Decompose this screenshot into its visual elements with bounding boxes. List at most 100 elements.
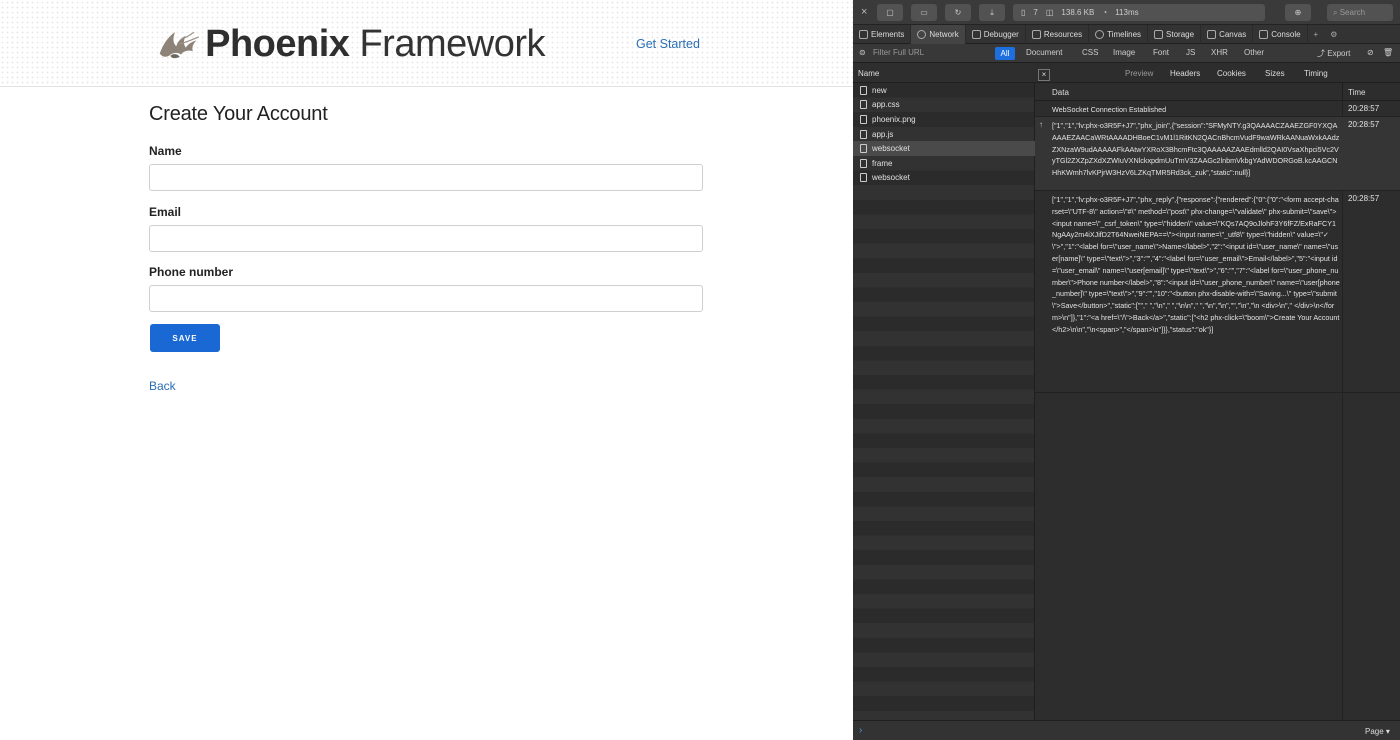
tab-resources[interactable]: Resources (1026, 24, 1090, 44)
size-icon: ◫ (1045, 8, 1054, 17)
filter-xhr[interactable]: XHR (1211, 48, 1228, 57)
tab-console[interactable]: Console (1253, 24, 1308, 44)
filter-js[interactable]: JS (1186, 48, 1195, 57)
close-inspector-icon[interactable]: × (861, 6, 867, 18)
reload-icon[interactable]: ↻ (945, 4, 971, 21)
clock-icon: ◔ (1102, 8, 1108, 17)
download-icon[interactable]: ⤓ (979, 4, 1005, 21)
time-column-header[interactable]: Time (1348, 88, 1365, 97)
transfer-size: 138.6 KB (1061, 8, 1095, 17)
tab-storage[interactable]: Storage (1148, 24, 1202, 44)
execution-context-selector[interactable]: Page ▾ (1365, 727, 1390, 736)
get-started-link[interactable]: Get Started (636, 37, 700, 51)
frame-row-outgoing[interactable]: ↑ ["1","1","lv:phx-o3R5F+J7","phx_join",… (1035, 117, 1400, 191)
resource-count-icon: ▯ (1021, 8, 1026, 17)
network-icon (917, 29, 927, 39)
clear-network-icon[interactable]: ⊘ (1367, 48, 1374, 57)
search-field[interactable]: ⌕ Search (1327, 4, 1393, 21)
resource-websocket-selected[interactable]: websocket (853, 141, 1035, 156)
resource-new[interactable]: new (853, 83, 1035, 98)
stylesheet-icon (860, 100, 867, 110)
name-header-label[interactable]: Name (858, 69, 879, 78)
filter-document[interactable]: Document (1026, 48, 1062, 57)
column-divider (1342, 83, 1343, 101)
tab-timing[interactable]: Timing (1304, 69, 1328, 78)
canvas-icon (1207, 29, 1217, 39)
dock-detach-icon[interactable]: ▢ (877, 4, 903, 21)
settings-gear-icon[interactable]: ⚙ (1324, 25, 1343, 44)
websocket-icon (860, 144, 867, 154)
filter-image[interactable]: Image (1113, 48, 1135, 57)
brand-name: Phoenix Framework (205, 22, 545, 65)
inspector-toolbar: × ▢ ▭ ↻ ⤓ ▯ 7 ◫ 138.6 KB ◔ 113ms ⊕ ⌕ Sea… (853, 0, 1400, 25)
target-icon[interactable]: ⊕ (1285, 4, 1311, 21)
script-icon (860, 129, 867, 139)
frame-time: 20:28:57 (1348, 194, 1380, 203)
tab-network[interactable]: Network (911, 24, 966, 44)
debugger-icon (971, 29, 981, 39)
detail-tabs: × Preview Headers Cookies Sizes Timing (1035, 63, 1400, 83)
frame-row-incoming[interactable]: ["1","1","lv:phx-o3R5F+J7","phx_reply",{… (1035, 191, 1400, 393)
trash-icon[interactable]: 🗑 (1383, 48, 1393, 57)
back-link[interactable]: Back (149, 379, 176, 393)
frame-data: ["1","1","lv:phx-o3R5F+J7","phx_reply",{… (1052, 195, 1340, 334)
frame-time: 20:28:57 (1348, 104, 1380, 113)
phoenix-bird-icon (159, 31, 199, 59)
phone-number-label: Phone number (149, 265, 234, 279)
close-detail-icon[interactable]: × (1038, 69, 1050, 81)
resources-icon (1031, 29, 1041, 39)
filter-other[interactable]: Other (1244, 48, 1264, 57)
frame-icon (860, 158, 867, 168)
resource-list: new app.css phoenix.png app.js websocket… (853, 83, 1035, 720)
save-button[interactable]: SAVE (150, 324, 220, 352)
filter-icon: ⊜ (859, 48, 866, 57)
export-button[interactable]: ⤴ Export (1317, 48, 1350, 59)
name-input[interactable] (149, 164, 703, 191)
tab-debugger[interactable]: Debugger (966, 24, 1026, 44)
console-prompt-bar: › Page ▾ (853, 720, 1400, 740)
page-title: Create Your Account (149, 103, 328, 125)
elements-icon (859, 29, 868, 39)
filter-css[interactable]: CSS (1082, 48, 1098, 57)
search-placeholder: Search (1339, 8, 1366, 17)
resource-count: 7 (1033, 8, 1038, 17)
network-summary: ▯ 7 ◫ 138.6 KB ◔ 113ms (1013, 4, 1265, 21)
name-label: Name (149, 144, 182, 158)
resource-app-css[interactable]: app.css (853, 98, 1035, 113)
app-page: Phoenix Framework Get Started Create You… (0, 0, 853, 740)
console-icon (1259, 29, 1269, 39)
web-inspector: × ▢ ▭ ↻ ⤓ ▯ 7 ◫ 138.6 KB ◔ 113ms ⊕ ⌕ Sea… (853, 0, 1400, 740)
data-column-header[interactable]: Data (1052, 88, 1069, 97)
phoenix-logo[interactable]: Phoenix Framework (155, 14, 545, 74)
console-prompt-icon[interactable]: › (859, 725, 862, 736)
resource-phoenix-png[interactable]: phoenix.png (853, 112, 1035, 127)
resource-app-js[interactable]: app.js (853, 127, 1035, 142)
tab-timelines[interactable]: Timelines (1089, 24, 1149, 44)
storage-icon (1154, 29, 1164, 39)
websocket-detail-pane: × Preview Headers Cookies Sizes Timing D… (1035, 63, 1400, 720)
network-filter-bar: ⊜ Filter Full URL All Document CSS Image… (853, 44, 1400, 63)
filter-all[interactable]: All (995, 47, 1015, 60)
dock-bottom-icon[interactable]: ▭ (911, 4, 937, 21)
tab-elements[interactable]: Elements (853, 24, 912, 44)
tab-sizes[interactable]: Sizes (1265, 69, 1285, 78)
resource-websocket[interactable]: websocket (853, 171, 1035, 186)
resource-frame[interactable]: frame (853, 156, 1035, 171)
document-icon (860, 85, 867, 95)
site-header: Phoenix Framework Get Started (0, 0, 853, 87)
timelines-icon (1095, 29, 1105, 39)
new-tab-icon[interactable]: + (1308, 25, 1325, 44)
tab-headers[interactable]: Headers (1170, 69, 1200, 78)
tab-canvas[interactable]: Canvas (1201, 24, 1254, 44)
phone-number-input[interactable] (149, 285, 703, 312)
filter-font[interactable]: Font (1153, 48, 1169, 57)
tab-cookies[interactable]: Cookies (1217, 69, 1246, 78)
frame-data: WebSocket Connection Established (1052, 105, 1167, 114)
tab-preview[interactable]: Preview (1125, 69, 1153, 78)
filter-url-input[interactable]: Filter Full URL (873, 48, 924, 57)
inspector-tabs: Elements Network Debugger Resources Time… (853, 24, 1400, 44)
frame-row[interactable]: WebSocket Connection Established 20:28:5… (1035, 101, 1400, 117)
email-input[interactable] (149, 225, 703, 252)
websocket-icon (860, 173, 867, 183)
outgoing-arrow-icon: ↑ (1039, 120, 1043, 129)
